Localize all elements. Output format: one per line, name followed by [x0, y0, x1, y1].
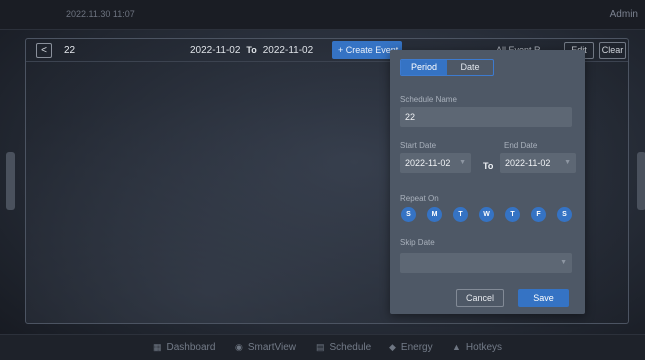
create-event-dialog: Period Date Schedule Name 22 Start Date … — [390, 50, 585, 314]
schedule-name-label: Schedule Name — [400, 95, 457, 104]
user-name[interactable]: Admin — [610, 9, 638, 20]
skip-date-label: Skip Date — [400, 238, 435, 247]
bottom-nav: ▦ Dashboard ◉ SmartView ▤ Schedule ◆ Energy … — [0, 334, 645, 360]
save-button[interactable]: Save — [518, 289, 569, 307]
day-toggle-wednesday[interactable]: W — [479, 207, 494, 222]
chevron-down-icon: ▼ — [459, 159, 466, 166]
chevron-left-icon: < — [41, 45, 47, 56]
tab-period[interactable]: Period — [401, 60, 447, 75]
start-date-select[interactable]: 2022-11-02 ▼ — [400, 153, 471, 173]
nav-item-dashboard[interactable]: ▦ Dashboard — [153, 342, 215, 353]
day-toggle-thursday[interactable]: T — [505, 207, 520, 222]
schedule-icon: ▤ — [316, 342, 325, 352]
chevron-down-icon: ▼ — [560, 259, 567, 266]
day-toggle-sunday[interactable]: S — [401, 207, 416, 222]
day-toggle-tuesday[interactable]: T — [453, 207, 468, 222]
date-range: 2022-11-02 To 2022-11-02 — [190, 45, 313, 56]
schedule-name-input[interactable]: 22 — [400, 107, 572, 127]
smartview-icon: ◉ — [235, 342, 243, 352]
end-date-value: 2022-11-02 — [505, 158, 551, 168]
range-end-date: 2022-11-02 — [262, 45, 314, 56]
nav-label: Schedule — [329, 342, 372, 353]
nav-label: SmartView — [247, 342, 297, 353]
nav-item-hotkeys[interactable]: ▲ Hotkeys — [452, 342, 502, 353]
chevron-down-icon: ▼ — [564, 159, 571, 166]
nav-item-smartview[interactable]: ◉ SmartView — [235, 342, 296, 353]
clear-button[interactable]: Clear — [599, 42, 626, 59]
range-start-date: 2022-11-02 — [190, 45, 241, 56]
dashboard-icon: ▦ — [153, 342, 162, 352]
day-toggle-monday[interactable]: M — [427, 207, 442, 222]
energy-icon: ◆ — [389, 342, 396, 352]
day-toggle-saturday[interactable]: S — [557, 207, 572, 222]
end-date-select[interactable]: 2022-11-02 ▼ — [500, 153, 576, 173]
nav-item-energy[interactable]: ◆ Energy — [389, 342, 433, 353]
schedule-title: 22 — [64, 45, 76, 56]
next-page-handle[interactable] — [637, 152, 645, 210]
cancel-button[interactable]: Cancel — [456, 289, 504, 307]
day-toggle-friday[interactable]: F — [531, 207, 546, 222]
date-to-label: To — [483, 161, 494, 171]
start-date-value: 2022-11-02 — [405, 158, 451, 168]
skip-date-select[interactable]: ▼ — [400, 253, 572, 273]
repeat-on-label: Repeat On — [400, 194, 439, 203]
nav-label: Hotkeys — [465, 342, 503, 353]
status-bar: 2022.11.30 11:07 Admin — [0, 0, 645, 30]
nav-item-schedule[interactable]: ▤ Schedule — [316, 342, 371, 353]
end-date-label: End Date — [504, 141, 538, 150]
hotkeys-icon: ▲ — [452, 342, 461, 352]
tab-date[interactable]: Date — [447, 60, 493, 75]
status-datetime: 2022.11.30 11:07 — [66, 9, 135, 19]
start-date-label: Start Date — [400, 141, 437, 150]
mode-tabs: Period Date — [400, 59, 494, 76]
nav-label: Energy — [400, 342, 433, 353]
prev-page-handle[interactable] — [6, 152, 15, 210]
range-to-label: To — [246, 45, 257, 55]
back-button[interactable]: < — [36, 43, 52, 58]
nav-label: Dashboard — [166, 342, 216, 353]
